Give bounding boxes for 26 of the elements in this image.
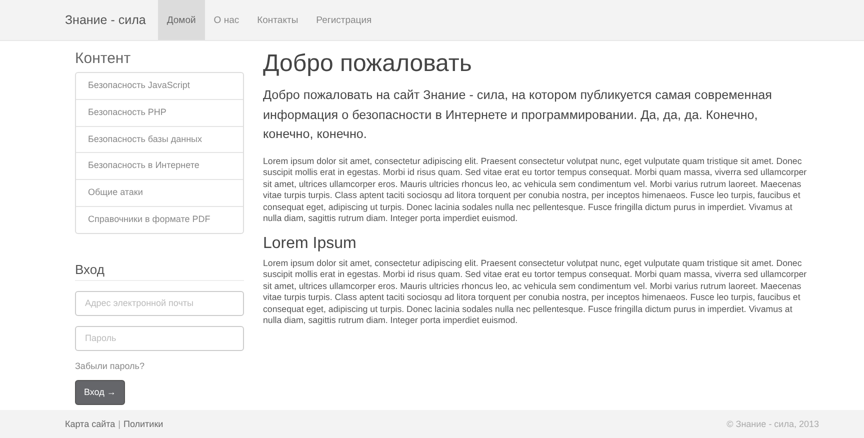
footer-link[interactable]: Политики (124, 419, 164, 429)
section-heading: Lorem Ipsum (263, 234, 358, 252)
nav-link[interactable]: О нас (204, 0, 248, 40)
sidebar-item[interactable]: Общие атаки (76, 179, 243, 206)
sidebar-title: Контент (75, 50, 132, 67)
lead-paragraph: Добро пожаловать на сайт Знание - сила, на котором публикуется самая современная информация о безопасности в Интернете и программировании. Да, да, да. Конечно, конечно, конечно. (263, 87, 773, 143)
body-paragraph: Lorem ipsum dolor sit amet, consectetur adipiscing elit. Praesent consectetur volutpat nunc, eget vulputate quam tristique sit amet. Donec suscipit mollis erat in egestas. Morbi id risus quam. Sed vitae erat eu tortor tempus consequat. Morbi quam massa, viverra sed ullamcorper sit amet, ultrices ullamcorper eros. Mauris ultricies rhoncus leo, ac vehicula sem condimentum vel. Morbi varius rutrum laoreet. Maecenas vitae turpis turpis. Class aptent taciti sociosqu ad litora torquent per conubia nostra, per inceptos himenaeos. Fusce leo turpis, faucibus et consequat eget, adipiscing ut turpis. Donec lacinia sodales nulla nec pellentesque. Fusce fringilla dictum purus in imperdiet. Vivamus at nulla diam, sagittis rutrum diam. Integer porta imperdiet euismod. (263, 258, 808, 326)
sidebar-item[interactable]: Безопасность PHP (76, 98, 243, 126)
nav-link[interactable]: Регистрация (307, 0, 381, 40)
separator: | (118, 419, 120, 429)
email-field[interactable]: Адрес электронной почты (75, 290, 244, 316)
login-title: Вход (75, 262, 244, 281)
page-title: Добро пожаловать (263, 50, 473, 78)
login-button[interactable]: Вход → (75, 380, 125, 405)
sidebar-item[interactable]: Справочники в формате PDF (76, 206, 243, 233)
site-brand[interactable]: Знание - сила (65, 0, 146, 40)
nav-link[interactable]: Домой (158, 0, 205, 40)
sidebar-item[interactable]: Безопасность базы данных (76, 126, 243, 152)
body-paragraph: Lorem ipsum dolor sit amet, consectetur adipiscing elit. Praesent consectetur volutpat nunc, eget vulputate quam tristique sit amet. Donec suscipit mollis erat in egestas. Morbi id risus quam. Sed vitae erat eu tortor tempus consequat. Morbi quam massa, viverra sed ullamcorper sit amet, ultrices ullamcorper eros. Mauris ultricies rhoncus leo, ac vehicula sem condimentum vel. Morbi varius rutrum laoreet. Maecenas vitae turpis turpis. Class aptent taciti sociosqu ad litora torquent per conubia nostra, per inceptos himenaeos. Fusce leo turpis, faucibus et consequat eget, adipiscing ut turpis. Donec lacinia sodales nulla nec pellentesque. Fusce fringilla dictum purus in imperdiet. Vivamus at nulla diam, sagittis rutrum diam. Integer porta imperdiet euismod. (263, 156, 808, 224)
sidebar-item[interactable]: Безопасность в Интернете (76, 152, 243, 180)
forgot-password-link[interactable]: Забыли пароль? (75, 360, 144, 371)
footer-link[interactable]: Карта сайта (65, 419, 116, 429)
nav-link[interactable]: Контакты (248, 0, 308, 40)
copyright: © Знание - сила, 2013 (726, 419, 819, 429)
sidebar-item[interactable]: Безопасность JavaScript (76, 73, 243, 99)
password-field[interactable]: Пароль (75, 326, 244, 351)
